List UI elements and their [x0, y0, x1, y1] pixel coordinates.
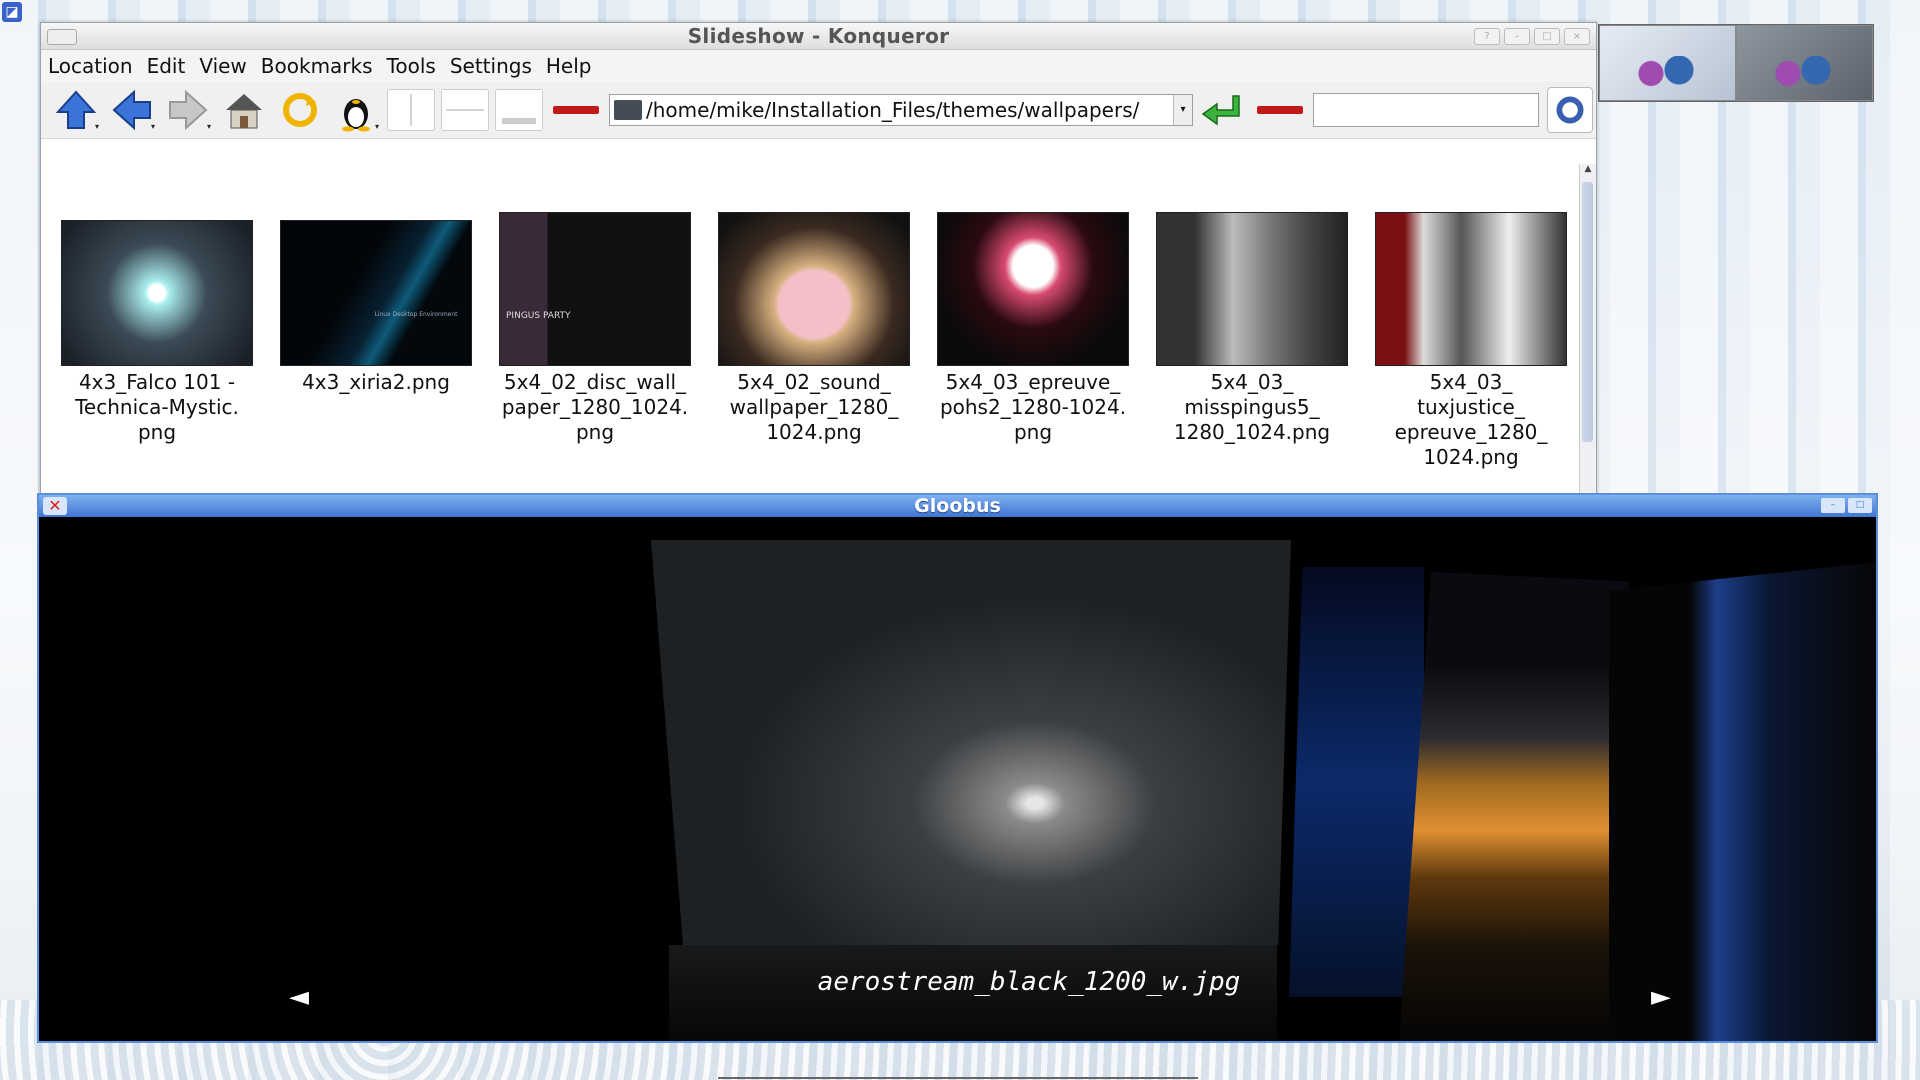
home-icon — [226, 94, 262, 129]
file-thumbnail: PINGUS PARTY — [499, 212, 691, 366]
file-item[interactable]: 5x4_02_sound_ wallpaper_1280_ 1024.png — [718, 212, 910, 470]
terminal-panel-button[interactable] — [495, 89, 543, 131]
menu-bookmarks[interactable]: Bookmarks — [261, 54, 373, 78]
pager-desktop-2[interactable] — [1737, 26, 1872, 100]
file-thumbnail — [1156, 212, 1348, 366]
back-button[interactable]: ▾ — [107, 85, 157, 135]
konqueror-titlebar[interactable]: Slideshow - Konqueror ? – □ × — [41, 23, 1596, 50]
file-thumbnail — [61, 220, 253, 366]
split-view-button[interactable] — [387, 89, 435, 131]
maximize-button[interactable]: □ — [1534, 28, 1560, 45]
minimize-button[interactable]: – — [1821, 498, 1845, 513]
file-name: 4x3_Falco 101 - Technica-Mystic. png — [75, 370, 239, 444]
window-title: Slideshow - Konqueror — [687, 24, 950, 48]
gloobus-title: Gloobus — [914, 495, 1001, 517]
file-item[interactable]: PINGUS PARTY 5x4_02_disc_wall_ paper_128… — [499, 212, 691, 470]
split-horizontal-button[interactable] — [441, 89, 489, 131]
file-name: 5x4_02_disc_wall_ paper_1280_1024. png — [501, 370, 689, 444]
previous-arrow-icon[interactable]: ◄ — [289, 982, 309, 1012]
toolbar-separator-2 — [1257, 106, 1303, 114]
file-name: 5x4_02_sound_ wallpaper_1280_ 1024.png — [729, 370, 899, 444]
home-button[interactable] — [219, 85, 269, 135]
split-view-icon — [410, 94, 412, 126]
next-image-3[interactable] — [1609, 562, 1876, 1041]
current-image[interactable] — [651, 540, 1291, 945]
menu-tools[interactable]: Tools — [387, 54, 436, 78]
tux-button[interactable]: ▾ — [331, 85, 381, 135]
file-thumbnail — [1375, 212, 1567, 366]
file-thumbnail: Linux Desktop Environment — [280, 220, 472, 366]
close-icon[interactable]: ✕ — [43, 497, 67, 515]
file-view[interactable]: 4x3_Falco 101 - Technica-Mystic. png Lin… — [41, 164, 1579, 503]
reload-button[interactable] — [275, 85, 325, 135]
minimize-button[interactable]: – — [1504, 28, 1530, 45]
folder-icon — [614, 100, 642, 120]
next-image-1[interactable] — [1289, 567, 1424, 997]
location-text[interactable]: /home/mike/Installation_Files/themes/wal… — [646, 98, 1139, 122]
file-item[interactable]: 5x4_03_ tuxjustice_ epreuve_1280_ 1024.p… — [1375, 212, 1567, 470]
file-item[interactable]: 4x3_Falco 101 - Technica-Mystic. png — [61, 216, 253, 470]
split-horizontal-icon — [446, 109, 484, 111]
menu-view[interactable]: View — [199, 54, 246, 78]
search-input[interactable] — [1313, 93, 1539, 127]
window-menu-button[interactable] — [47, 29, 77, 45]
desktop-pager[interactable] — [1598, 24, 1874, 102]
kde-desktop-icon[interactable]: ◪ — [2, 2, 22, 22]
menubar: Location Edit View Bookmarks Tools Setti… — [41, 50, 1596, 82]
arrow-up-icon — [55, 90, 97, 129]
location-bar[interactable]: /home/mike/Installation_Files/themes/wal… — [609, 94, 1193, 126]
up-button[interactable]: ▾ — [51, 85, 101, 135]
file-thumbnail — [937, 212, 1129, 366]
help-button[interactable]: ? — [1474, 28, 1500, 45]
konqueror-throbber[interactable] — [1547, 87, 1593, 133]
maximize-button[interactable]: □ — [1848, 498, 1872, 513]
location-dropdown-icon[interactable]: ▾ — [1173, 95, 1192, 125]
thumbnail-text: PINGUS PARTY — [506, 311, 571, 321]
arrow-right-icon — [169, 89, 208, 131]
menu-edit[interactable]: Edit — [147, 54, 186, 78]
close-button[interactable]: × — [1564, 28, 1590, 45]
gloobus-window: ✕ Gloobus – □ aerostream_black_1200_w.jp… — [37, 493, 1878, 1043]
file-name: 4x3_xiria2.png — [302, 370, 450, 394]
taskbar-edge — [718, 1077, 1198, 1079]
main-toolbar: ▾ ▾ ▾ ▾ /home/mike/Installation_Files/th… — [41, 82, 1596, 139]
image-caption: aerostream_black_1200_w.jpg — [817, 967, 1241, 997]
menu-help[interactable]: Help — [546, 54, 592, 78]
forward-button[interactable]: ▾ — [163, 85, 213, 135]
tux-icon — [342, 99, 370, 132]
next-image-2[interactable] — [1399, 572, 1629, 1041]
toolbar-separator — [553, 106, 599, 114]
scroll-up-icon[interactable]: ▲ — [1580, 164, 1596, 178]
reload-icon — [283, 93, 317, 127]
arrow-left-icon — [112, 89, 151, 131]
file-item[interactable]: Linux Desktop Environment 4x3_xiria2.png — [280, 216, 472, 470]
go-button[interactable] — [1199, 90, 1247, 130]
file-thumbnail — [718, 212, 910, 366]
coverflow-stage[interactable]: aerostream_black_1200_w.jpg ◄ ► — [39, 517, 1876, 1041]
konqueror-window: Slideshow - Konqueror ? – □ × Location E… — [40, 22, 1597, 504]
file-item[interactable]: 5x4_03_epreuve_ pohs2_1280-1024. png — [937, 212, 1129, 470]
terminal-panel-icon — [502, 118, 536, 124]
scrollbar-thumb[interactable] — [1582, 182, 1593, 442]
konqueror-throbber-icon — [1556, 96, 1584, 124]
thumbnail-text: Linux Desktop Environment — [374, 311, 458, 318]
file-name: 5x4_03_ misspingus5_ 1280_1024.png — [1173, 370, 1331, 444]
gloobus-titlebar[interactable]: ✕ Gloobus – □ — [39, 495, 1876, 517]
file-item[interactable]: 5x4_03_ misspingus5_ 1280_1024.png — [1156, 212, 1348, 470]
menu-settings[interactable]: Settings — [450, 54, 532, 78]
pager-desktop-1[interactable] — [1600, 26, 1735, 100]
file-name: 5x4_03_ tuxjustice_ epreuve_1280_ 1024.p… — [1394, 370, 1548, 469]
url-go-icon — [1201, 95, 1240, 126]
menu-location[interactable]: Location — [48, 54, 133, 78]
vertical-scrollbar[interactable]: ▲ — [1579, 164, 1596, 503]
next-arrow-icon[interactable]: ► — [1651, 982, 1671, 1012]
file-name: 5x4_03_epreuve_ pohs2_1280-1024. png — [939, 370, 1127, 444]
